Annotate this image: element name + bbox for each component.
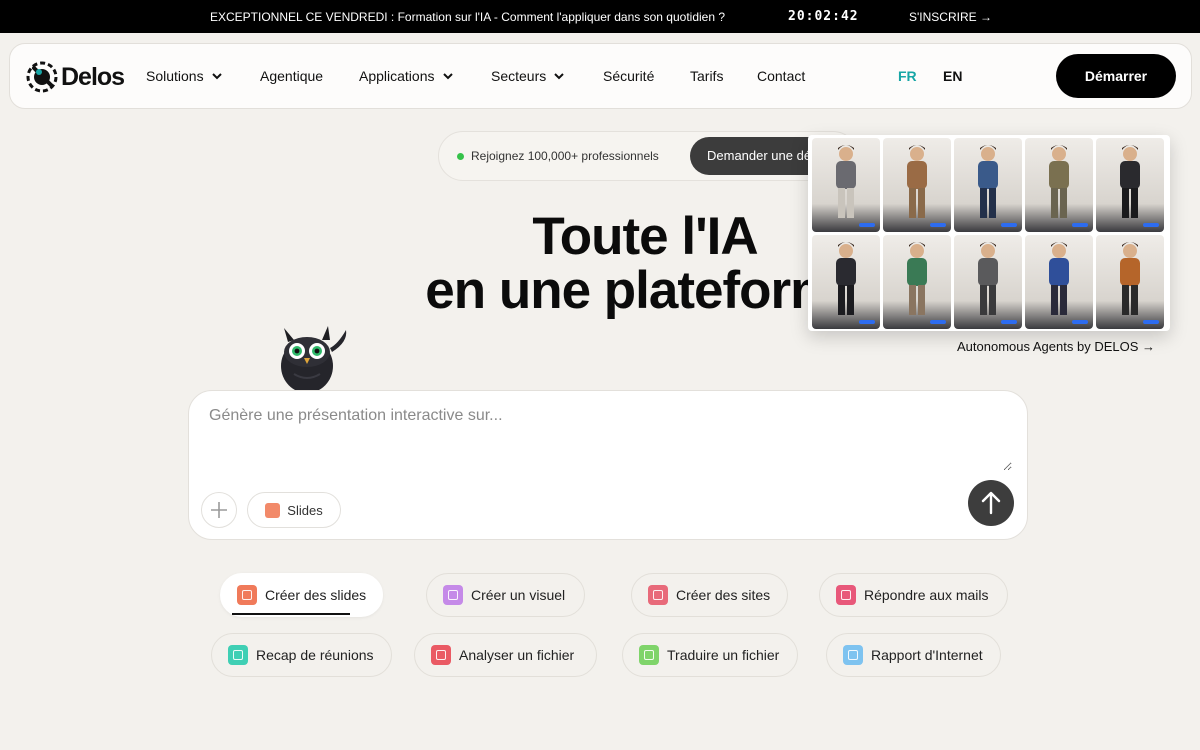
join-text: Rejoignez 100,000+ professionnels <box>471 149 659 163</box>
nav-solutions-label: Solutions <box>146 68 204 84</box>
agent-portrait-icon <box>1120 242 1140 315</box>
arrow-up-icon <box>981 491 1001 515</box>
banner-message: EXCEPTIONNEL CE VENDREDI : Formation sur… <box>210 10 726 24</box>
slides-icon <box>237 585 257 605</box>
action-label: Créer des sites <box>676 587 771 603</box>
action-analyze-file[interactable]: Analyser un fichier <box>414 633 597 677</box>
agent-card[interactable] <box>1025 235 1093 329</box>
nav-applications-label: Applications <box>359 68 435 84</box>
agent-portrait-icon <box>1049 145 1069 218</box>
slides-icon <box>265 502 281 518</box>
promo-banner: EXCEPTIONNEL CE VENDREDI : Formation sur… <box>0 0 1200 33</box>
lang-fr[interactable]: FR <box>898 68 917 84</box>
nav-solutions[interactable]: Solutions <box>146 68 224 84</box>
action-reply-mails[interactable]: Répondre aux mails <box>819 573 1008 617</box>
nav-securite[interactable]: Sécurité <box>603 68 654 84</box>
agent-portrait-icon <box>907 242 927 315</box>
owl-mascot-icon <box>281 326 347 393</box>
action-meeting-recap[interactable]: Recap de réunions <box>211 633 392 677</box>
mode-slides-chip[interactable]: Slides <box>247 492 341 528</box>
agent-badge <box>1001 320 1017 324</box>
countdown-timer: 20:02:42 <box>788 9 859 24</box>
nav-secteurs[interactable]: Secteurs <box>491 68 566 84</box>
file-icon <box>431 645 451 665</box>
nav-tarifs[interactable]: Tarifs <box>690 68 723 84</box>
agent-portrait-icon <box>1120 145 1140 218</box>
agent-badge <box>1143 320 1159 324</box>
brush-icon <box>443 585 463 605</box>
agent-card[interactable] <box>1096 235 1164 329</box>
agent-portrait-icon <box>978 242 998 315</box>
agent-portrait-icon <box>978 145 998 218</box>
logo-wordmark: Delos <box>61 62 125 91</box>
action-label: Analyser un fichier <box>459 647 575 663</box>
chevron-down-icon <box>211 73 222 80</box>
agent-badge <box>1072 320 1088 324</box>
action-label: Répondre aux mails <box>864 587 989 603</box>
prompt-box: Slides <box>188 390 1028 540</box>
autonomous-agents-link[interactable]: Autonomous Agents by DELOS → <box>957 339 1155 354</box>
active-underline <box>232 613 350 615</box>
search-icon <box>843 645 863 665</box>
agent-card[interactable] <box>954 235 1022 329</box>
agent-badge <box>1001 223 1017 227</box>
agent-card[interactable] <box>883 138 951 232</box>
agent-card[interactable] <box>812 235 880 329</box>
agent-badge <box>930 320 946 324</box>
agents-preview-grid[interactable] <box>808 135 1170 331</box>
action-internet-report[interactable]: Rapport d'Internet <box>826 633 1001 677</box>
action-label: Créer des slides <box>265 587 367 603</box>
agent-portrait-icon <box>836 242 856 315</box>
agent-badge <box>859 320 875 324</box>
join-pill: Rejoignez 100,000+ professionnels Demand… <box>438 131 858 181</box>
mode-slides-label: Slides <box>287 502 323 518</box>
code-icon <box>648 585 668 605</box>
prompt-input[interactable] <box>209 407 1012 471</box>
action-label: Créer un visuel <box>471 587 566 603</box>
mail-icon <box>836 585 856 605</box>
online-dot <box>457 153 464 160</box>
agent-card[interactable] <box>954 138 1022 232</box>
agent-card[interactable] <box>812 138 880 232</box>
action-translate-file[interactable]: Traduire un fichier <box>622 633 798 677</box>
agent-portrait-icon <box>836 145 856 218</box>
banner-signup-link[interactable]: S'INSCRIRE → <box>909 10 992 24</box>
chevron-down-icon <box>442 73 453 80</box>
nav-contact-label: Contact <box>757 68 806 84</box>
action-create-slides[interactable]: Créer des slides <box>220 573 383 617</box>
nav-secteurs-label: Secteurs <box>491 68 547 84</box>
nav-contact[interactable]: Contact <box>757 68 805 84</box>
send-button[interactable] <box>968 480 1014 526</box>
main-nav: Delos Solutions Agentique Applications S… <box>9 43 1192 109</box>
action-label: Traduire un fichier <box>667 647 780 663</box>
add-attachment-button[interactable] <box>201 492 237 528</box>
delos-logo[interactable]: Delos <box>25 60 125 94</box>
action-create-sites[interactable]: Créer des sites <box>631 573 788 617</box>
action-label: Recap de réunions <box>256 647 374 663</box>
nav-applications[interactable]: Applications <box>359 68 455 84</box>
nav-agentique-label: Agentique <box>260 68 324 84</box>
action-label: Rapport d'Internet <box>871 647 983 663</box>
agent-badge <box>930 223 946 227</box>
agent-portrait-icon <box>1049 242 1069 315</box>
start-button[interactable]: Démarrer <box>1056 54 1176 98</box>
agent-badge <box>859 223 875 227</box>
agent-badge <box>1143 223 1159 227</box>
agent-card[interactable] <box>1025 138 1093 232</box>
video-icon <box>228 645 248 665</box>
action-create-visual[interactable]: Créer un visuel <box>426 573 585 617</box>
agent-badge <box>1072 223 1088 227</box>
agent-portrait-icon <box>907 145 927 218</box>
nav-agentique[interactable]: Agentique <box>260 68 323 84</box>
translate-icon <box>639 645 659 665</box>
lang-en[interactable]: EN <box>943 68 962 84</box>
chevron-down-icon <box>554 73 564 80</box>
nav-tarifs-label: Tarifs <box>690 68 724 84</box>
nav-securite-label: Sécurité <box>603 68 655 84</box>
agent-card[interactable] <box>883 235 951 329</box>
plus-icon <box>211 502 227 518</box>
delos-logo-icon <box>26 61 58 93</box>
agent-card[interactable] <box>1096 138 1164 232</box>
